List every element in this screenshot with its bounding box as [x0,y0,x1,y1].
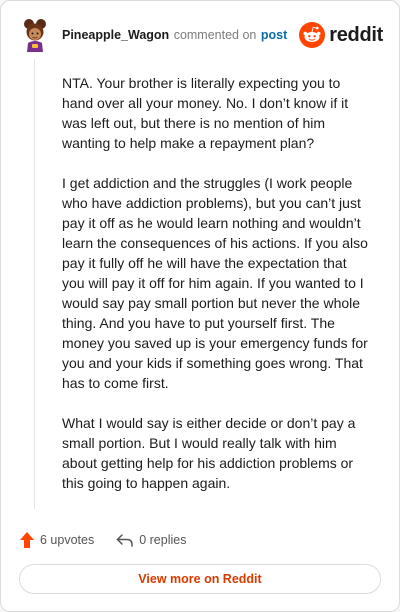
comment-body: NTA. Your brother is literally expecting… [62,73,372,513]
reddit-snoo-icon [299,22,326,48]
user-avatar[interactable] [20,18,50,52]
reply-button[interactable]: 0 replies [116,533,186,547]
post-link[interactable]: post [261,28,287,42]
comment-header: Pineapple_Wagon commented on post reddit [20,17,383,53]
upvote-arrow-icon [20,532,34,548]
reddit-wordmark: reddit [329,23,383,46]
thread-line [34,59,35,509]
comment-byline: Pineapple_Wagon commented on post [62,28,299,42]
upvote-count: 6 upvotes [40,533,95,547]
reply-count: 0 replies [139,533,187,547]
upvote-button[interactable]: 6 upvotes [19,531,94,549]
comment-card: Pineapple_Wagon commented on post reddit… [0,0,400,612]
view-more-button[interactable]: View more on Reddit [19,564,381,594]
reply-arrow-icon [116,534,133,547]
comment-paragraph: I get addiction and the struggles (I wor… [62,175,368,391]
comment-paragraph: NTA. Your brother is literally expecting… [62,75,349,151]
avatar-image [24,19,46,52]
action-text: commented on [173,28,257,42]
reddit-logo[interactable]: reddit [299,22,383,48]
comment-footer: 6 upvotes 0 replies [19,529,186,551]
username-link[interactable]: Pineapple_Wagon [62,28,169,42]
comment-paragraph: What I would say is either decide or don… [62,415,356,491]
